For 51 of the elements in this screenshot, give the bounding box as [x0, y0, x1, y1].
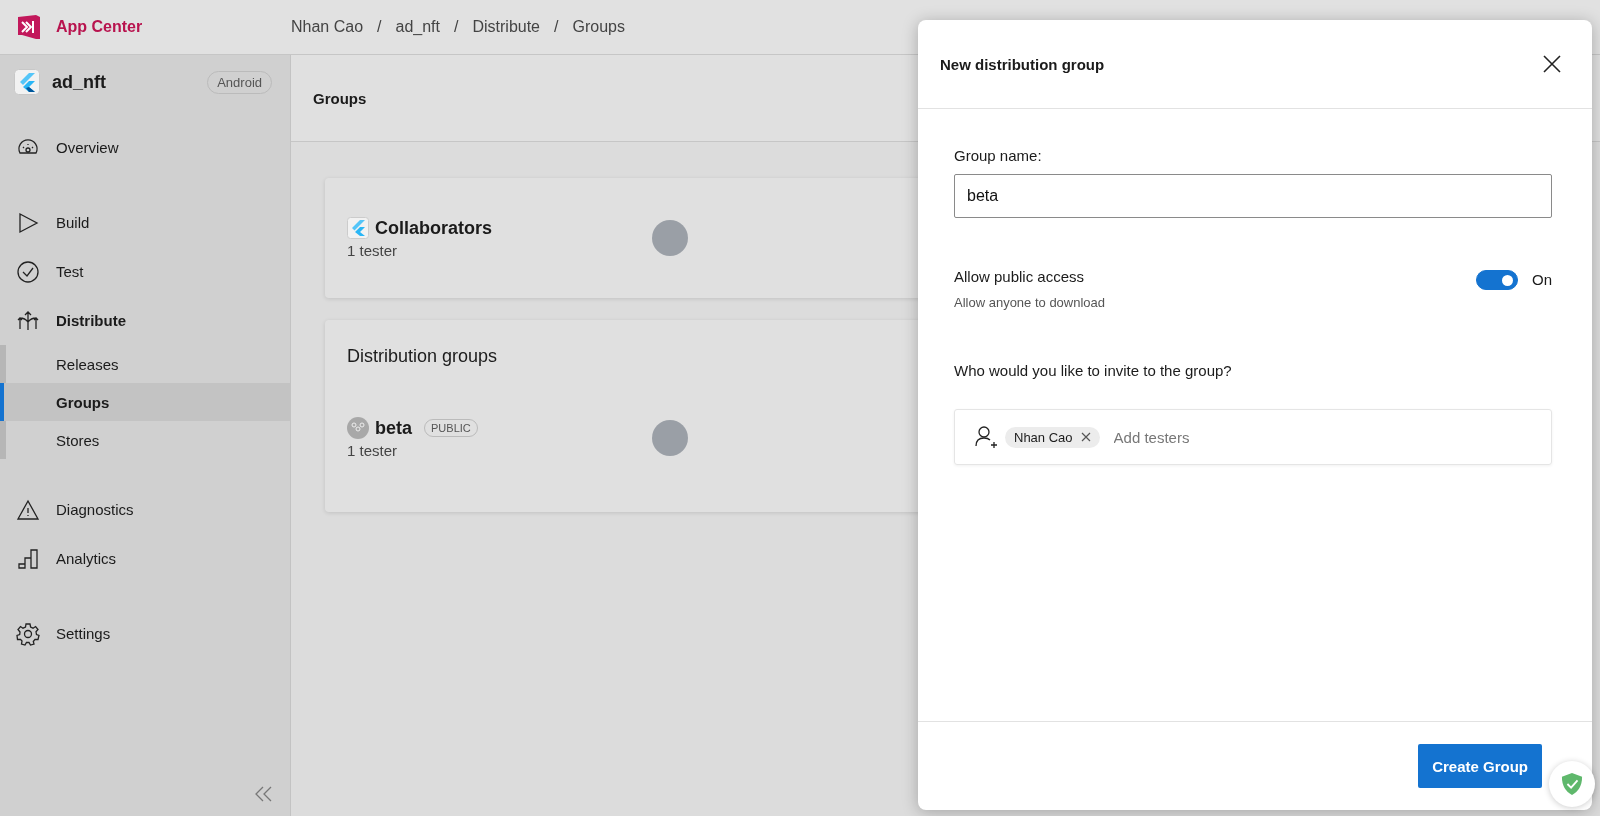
field-label: Group name: [954, 147, 1043, 164]
nav-item[interactable]: Analytics [0, 534, 290, 583]
group-icon [347, 417, 369, 439]
breadcrumb-separator: / [377, 18, 382, 36]
testers-field[interactable]: Nhan Cao Add testers [954, 409, 1552, 465]
nav-item[interactable]: Diagnostics [0, 485, 290, 534]
breadcrumb-separator: / [454, 18, 459, 36]
nav-item[interactable]: Test [0, 247, 290, 296]
invite-question: Who would you like to invite to the group? [954, 362, 1233, 379]
create-group-button[interactable]: Create Group [1418, 744, 1542, 788]
nav-item[interactable]: Build [0, 198, 290, 247]
nav-subitem[interactable]: Groups [0, 383, 290, 421]
section-title: Distribution groups [347, 346, 498, 367]
nav-item[interactable]: Distribute [0, 296, 290, 345]
page-title: Groups [313, 89, 367, 107]
breadcrumb-link[interactable]: ad_nft [395, 18, 440, 36]
gear-icon [16, 621, 40, 646]
public-access-toggle[interactable] [1476, 270, 1518, 290]
flutter-logo-icon [347, 217, 369, 239]
tester-count: 1 tester [347, 242, 399, 259]
nav-item[interactable]: Settings [0, 609, 290, 658]
group-name: Collaborators [375, 217, 493, 239]
nav-subitem[interactable]: Releases [6, 345, 290, 383]
app-name[interactable]: App Center [56, 18, 143, 36]
toggle-label: Allow public access [954, 268, 1086, 285]
bars-icon [16, 546, 40, 571]
add-person-icon [975, 425, 999, 449]
breadcrumb-link[interactable]: Groups [572, 18, 625, 36]
app-logo-icon [16, 13, 42, 41]
flutter-logo-icon [14, 69, 40, 95]
group-name-field[interactable]: beta [954, 174, 1552, 218]
toggle-state: On [1532, 271, 1552, 288]
collapse-chevrons-icon[interactable] [254, 786, 274, 802]
group-name[interactable]: beta [375, 417, 412, 439]
play-icon [16, 210, 40, 235]
toggle-description: Allow anyone to download [954, 295, 1107, 310]
remove-icon[interactable] [1080, 432, 1091, 442]
breadcrumb-separator: / [554, 18, 559, 36]
breadcrumb-link[interactable]: Distribute [472, 18, 540, 36]
breadcrumb-link[interactable]: Nhan Cao [291, 18, 364, 36]
avatar [652, 220, 688, 256]
app-title: ad_nft [52, 71, 107, 93]
nav-item[interactable]: Overview [0, 123, 290, 172]
avatar [652, 420, 688, 456]
shield-check-icon [1561, 772, 1583, 796]
check-icon [16, 259, 40, 284]
close-icon[interactable] [1542, 54, 1562, 74]
panel-title: New distribution group [940, 55, 1105, 73]
tester-count: 1 tester [347, 442, 399, 459]
nav-subitem[interactable]: Stores [6, 421, 290, 459]
tester-name: Nhan Cao [1014, 429, 1073, 445]
